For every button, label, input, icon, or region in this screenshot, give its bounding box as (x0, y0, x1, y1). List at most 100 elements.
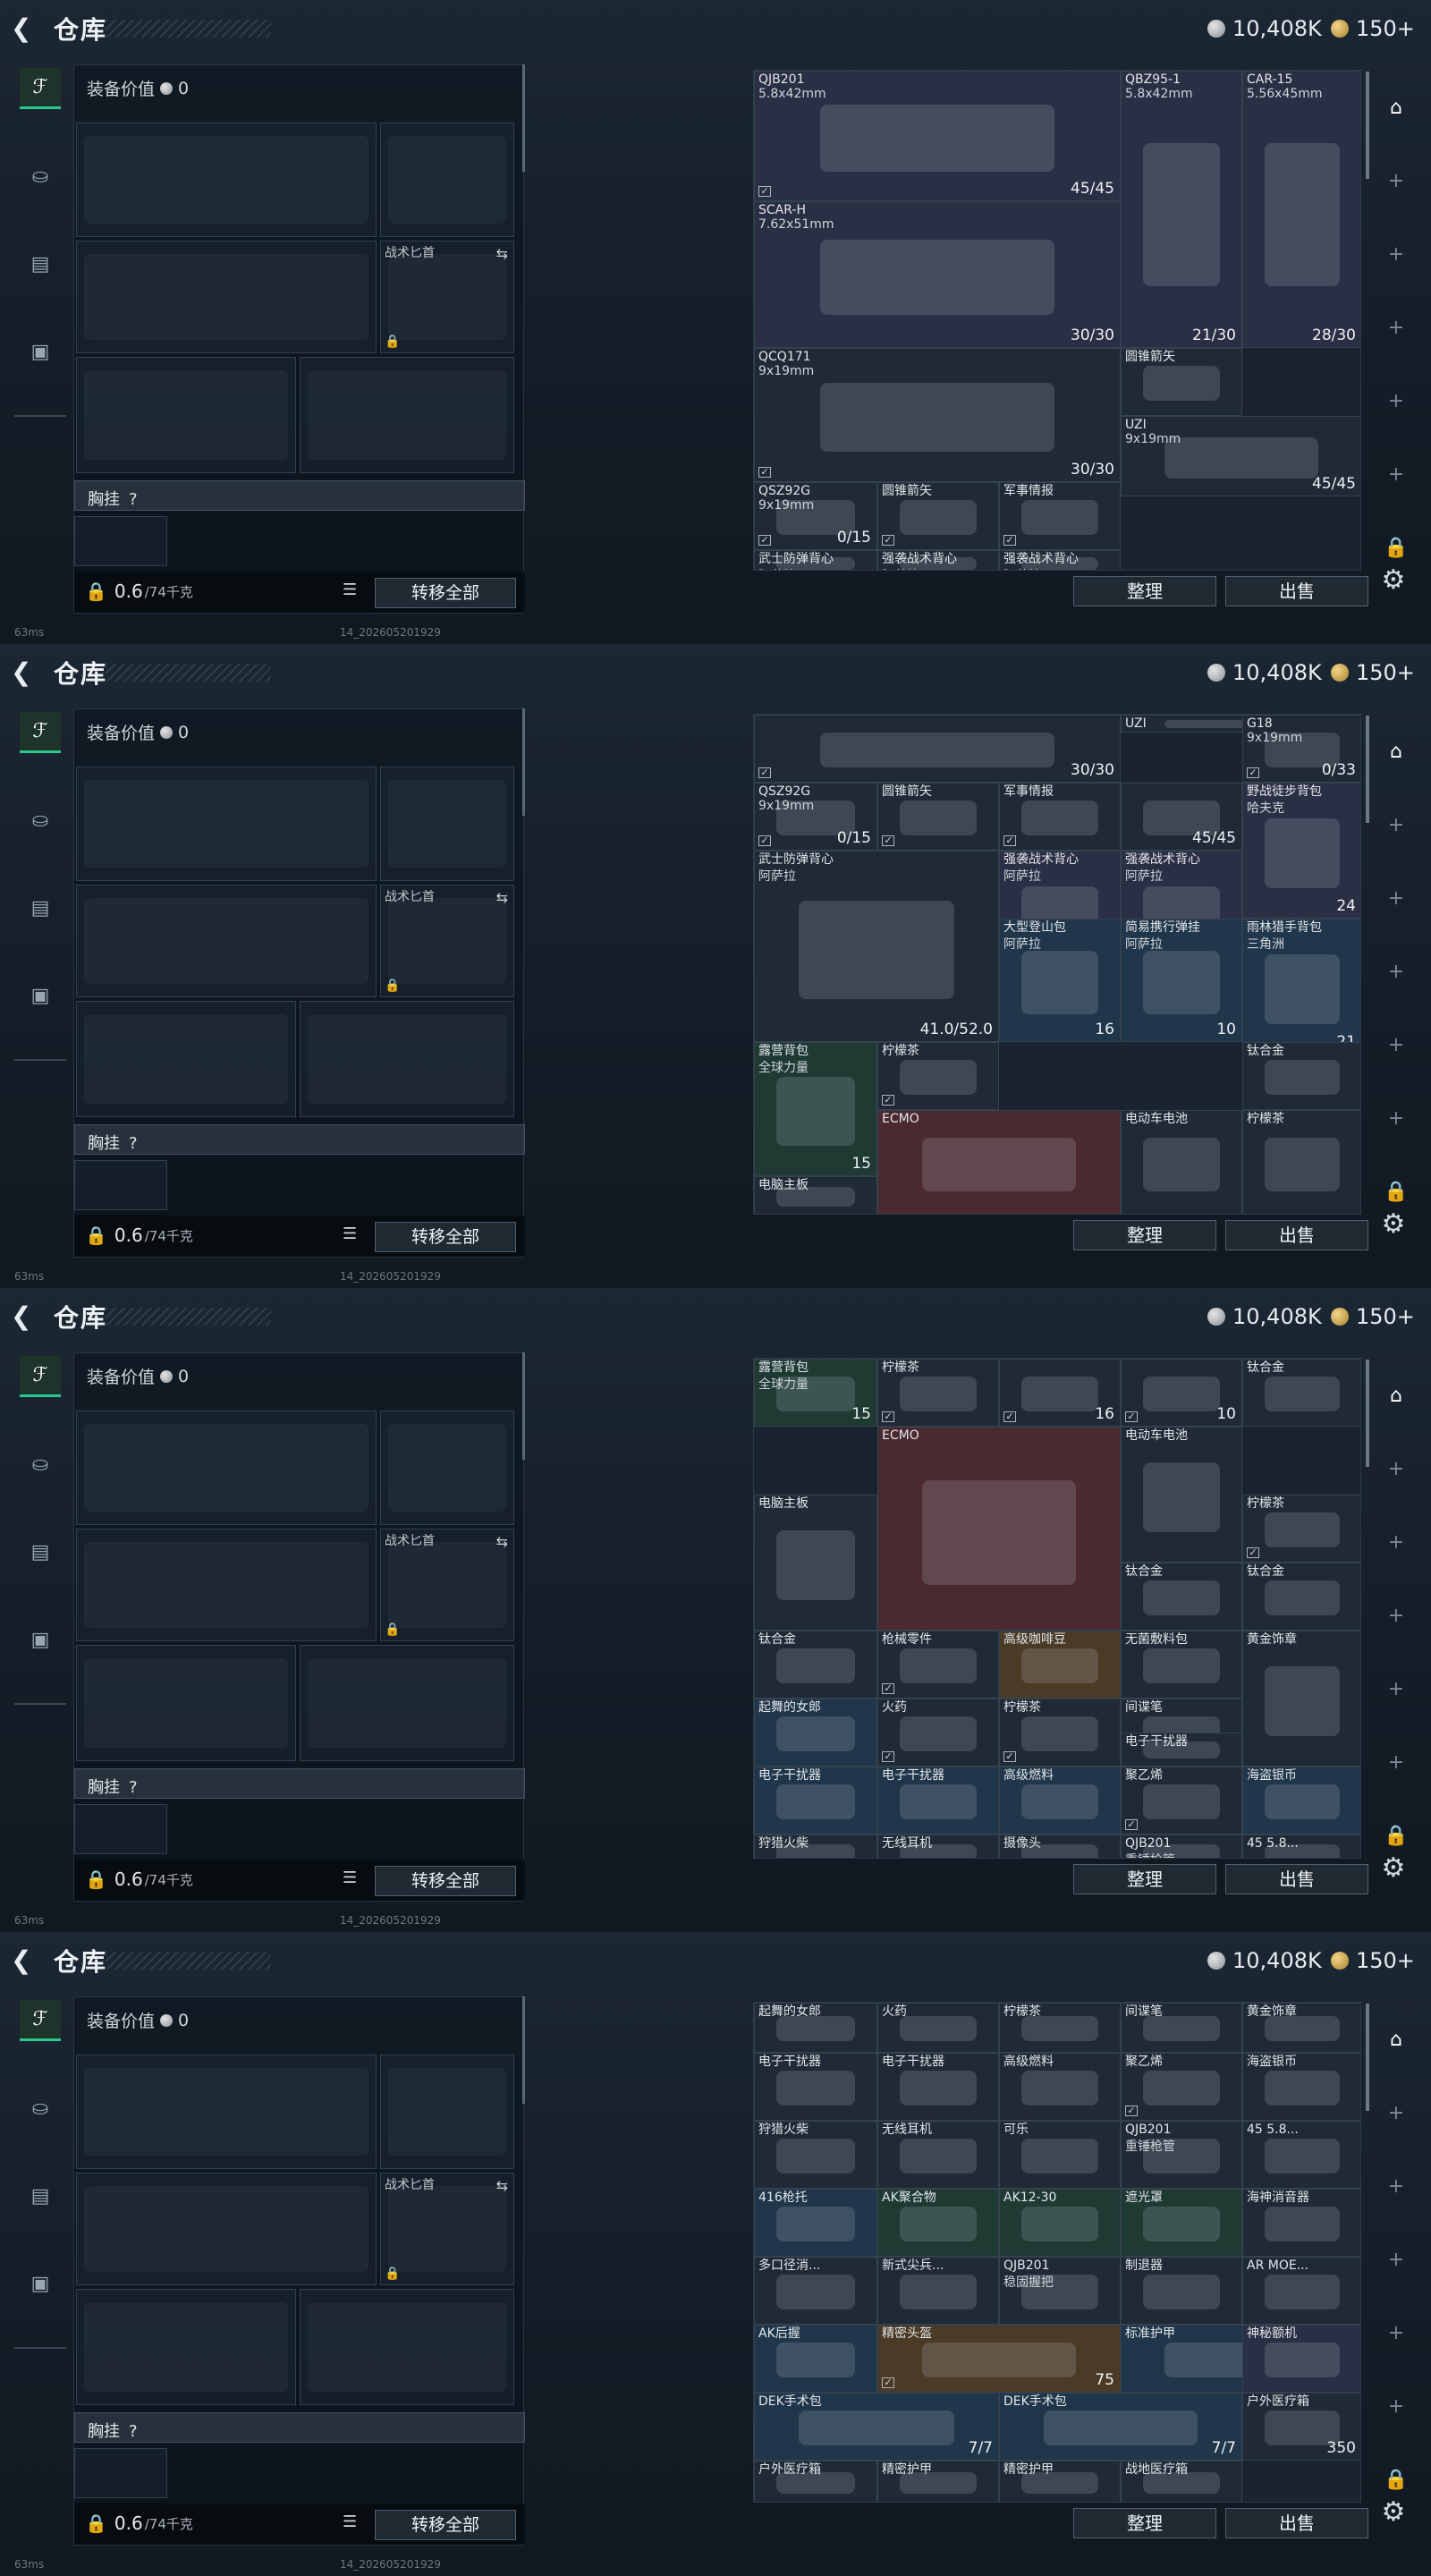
storage-item[interactable]: 无线耳机 (877, 1835, 999, 1858)
storage-tab[interactable]: + (1376, 952, 1417, 991)
storage-item[interactable]: 柠檬茶 ✓ (877, 1359, 999, 1427)
storage-item[interactable]: 精密护甲 (877, 2461, 999, 2502)
storage-item[interactable]: 野战徒步背包 哈夫克 24 (1242, 783, 1360, 919)
storage-item[interactable]: DEK手术包 7/7 (754, 2393, 999, 2461)
category-tab[interactable]: ▤ (20, 243, 61, 284)
category-tab[interactable]: ⛀ (20, 2088, 61, 2129)
chest-rig-slot[interactable] (74, 1160, 167, 1210)
storage-item[interactable]: AR MOE... (1242, 2257, 1360, 2325)
melee-slot[interactable]: 战术匕首 ⇆ 🔒 (380, 885, 514, 997)
gear-icon[interactable]: ⚙ (1377, 2496, 1410, 2529)
primary-weapon-slot[interactable] (76, 2055, 377, 2169)
storage-item[interactable]: 圆锥箭矢 (1121, 348, 1242, 416)
storage-item[interactable]: QJB201 稳固握把 (999, 2257, 1121, 2325)
storage-item[interactable]: 神秘额机 (1242, 2325, 1360, 2393)
back-arrow-icon[interactable]: ❮ (11, 1303, 38, 1330)
silver-balance[interactable]: 10,408K (1207, 1301, 1322, 1332)
select-checkbox[interactable]: ✓ (1247, 1547, 1259, 1558)
panel-scrollbar[interactable] (522, 708, 525, 816)
storage-item[interactable]: 高级燃料 (999, 1767, 1121, 1835)
storage-item[interactable]: 强袭战术背心阿萨拉 (877, 550, 999, 570)
storage-item[interactable]: 柠檬茶 ✓ (1242, 1495, 1360, 1563)
storage-tab[interactable]: + (1376, 454, 1417, 494)
select-checkbox[interactable]: ✓ (758, 186, 771, 197)
category-tab[interactable]: ℱ (20, 68, 61, 109)
select-checkbox[interactable]: ✓ (882, 1411, 894, 1422)
storage-scrollbar[interactable] (1366, 716, 1369, 823)
storage-item[interactable]: 钛合金 (1242, 1563, 1360, 1631)
storage-tab[interactable]: + (1376, 1522, 1417, 1562)
storage-item[interactable]: QJB201 重锤枪管 (1121, 2121, 1242, 2189)
storage-tab[interactable]: + (1376, 2093, 1417, 2132)
sort-button[interactable]: 整理 (1073, 1864, 1216, 1894)
panel-scrollbar[interactable] (522, 1996, 525, 2104)
select-checkbox[interactable]: ✓ (1003, 1411, 1016, 1422)
sidearm-slot[interactable] (380, 767, 514, 881)
sell-button[interactable]: 出售 (1225, 1220, 1368, 1250)
gear-icon[interactable]: ⚙ (1377, 1208, 1410, 1241)
storage-item[interactable]: 圆锥箭矢 ✓ (877, 482, 999, 550)
category-tab[interactable]: ⛀ (20, 156, 61, 197)
storage-item[interactable]: 简易携行弹挂 阿萨拉 10 (1121, 919, 1242, 1042)
storage-tab[interactable]: + (1376, 1025, 1417, 1064)
storage-scrollbar[interactable] (1366, 72, 1369, 179)
storage-item[interactable]: 电子干扰器 (877, 2053, 999, 2121)
select-checkbox[interactable]: ✓ (882, 1751, 894, 1762)
storage-tab[interactable]: + (1376, 381, 1417, 420)
storage-item[interactable]: 强袭战术背心阿萨拉 (999, 550, 1121, 570)
sidearm-slot[interactable] (380, 1411, 514, 1525)
storage-item[interactable]: 45 5.8... (1242, 2121, 1360, 2189)
storage-tab[interactable]: ⌂ (1376, 2020, 1417, 2059)
storage-tab[interactable]: + (1376, 1098, 1417, 1138)
sell-button[interactable]: 出售 (1225, 1864, 1368, 1894)
storage-item[interactable]: 武士防弹背心 阿萨拉 41.0/52.0 (754, 851, 999, 1042)
storage-item[interactable]: 黄金饰章 (1242, 1631, 1360, 1767)
storage-item[interactable]: 无线耳机 (877, 2121, 999, 2189)
swap-icon[interactable]: ⇆ (496, 245, 508, 262)
storage-item[interactable]: G18 9x19mm 0/33 ✓ (1242, 715, 1360, 783)
list-icon[interactable]: ☰ (343, 1224, 366, 1246)
storage-item[interactable]: 柠檬茶 ✓ (877, 1042, 999, 1110)
storage-item[interactable]: 416枪托 (754, 2189, 877, 2257)
storage-item[interactable]: 45/45 (1121, 783, 1242, 851)
storage-item[interactable]: 狩猎火柴 (754, 2121, 877, 2189)
sidearm-slot[interactable] (380, 123, 514, 237)
category-tab[interactable]: ▣ (20, 1619, 61, 1660)
storage-item[interactable]: 30/30 ✓ (754, 715, 1121, 783)
storage-item[interactable]: QSZ92G 9x19mm 0/15 ✓ (754, 783, 877, 851)
back-arrow-icon[interactable]: ❮ (11, 15, 38, 42)
storage-item[interactable]: ECMO (877, 1110, 1121, 1214)
silver-balance[interactable]: 10,408K (1207, 657, 1322, 688)
body-armor-slot[interactable] (300, 1645, 514, 1761)
storage-item[interactable]: QCQ171 9x19mm 30/30 ✓ (754, 348, 1121, 482)
storage-item[interactable]: ECMO (877, 1427, 1121, 1631)
transfer-all-button[interactable]: 转移全部 (375, 1222, 516, 1252)
storage-item[interactable]: 武士防弹背心阿萨拉 (754, 550, 877, 570)
storage-tab[interactable]: ⌂ (1376, 732, 1417, 771)
storage-item[interactable]: 摄像头 (999, 1835, 1121, 1858)
select-checkbox[interactable]: ✓ (1125, 1819, 1138, 1830)
primary-weapon-slot[interactable] (76, 767, 377, 881)
chest-rig-slot[interactable] (74, 2448, 167, 2498)
select-checkbox[interactable]: ✓ (882, 535, 894, 546)
storage-item[interactable]: 露营背包 全球力量 15 (754, 1042, 877, 1176)
sell-button[interactable]: 出售 (1225, 576, 1368, 606)
category-tab[interactable]: ▤ (20, 2175, 61, 2216)
storage-tab[interactable]: ⌂ (1376, 88, 1417, 127)
storage-item[interactable]: CAR-15 5.56x45mm 28/30 (1242, 71, 1360, 348)
list-icon[interactable]: ☰ (343, 1868, 366, 1890)
secondary-weapon-slot[interactable] (76, 2173, 377, 2285)
storage-item[interactable]: 柠檬茶 (999, 2003, 1121, 2053)
select-checkbox[interactable]: ✓ (758, 535, 771, 546)
primary-weapon-slot[interactable] (76, 1411, 377, 1525)
storage-tab[interactable]: 🔒 (1376, 528, 1417, 567)
storage-item[interactable]: 钛合金 (1242, 1042, 1360, 1110)
storage-item[interactable]: 可乐 (999, 2121, 1121, 2189)
category-tab[interactable]: ℱ (20, 2000, 61, 2041)
storage-item[interactable]: 10 ✓ (1121, 1359, 1242, 1427)
gear-icon[interactable]: ⚙ (1377, 564, 1410, 597)
storage-item[interactable]: QSZ92G 9x19mm 0/15 ✓ (754, 482, 877, 550)
back-arrow-icon[interactable]: ❮ (11, 659, 38, 686)
storage-tab[interactable]: 🔒 (1376, 1816, 1417, 1855)
select-checkbox[interactable]: ✓ (1125, 2106, 1138, 2116)
